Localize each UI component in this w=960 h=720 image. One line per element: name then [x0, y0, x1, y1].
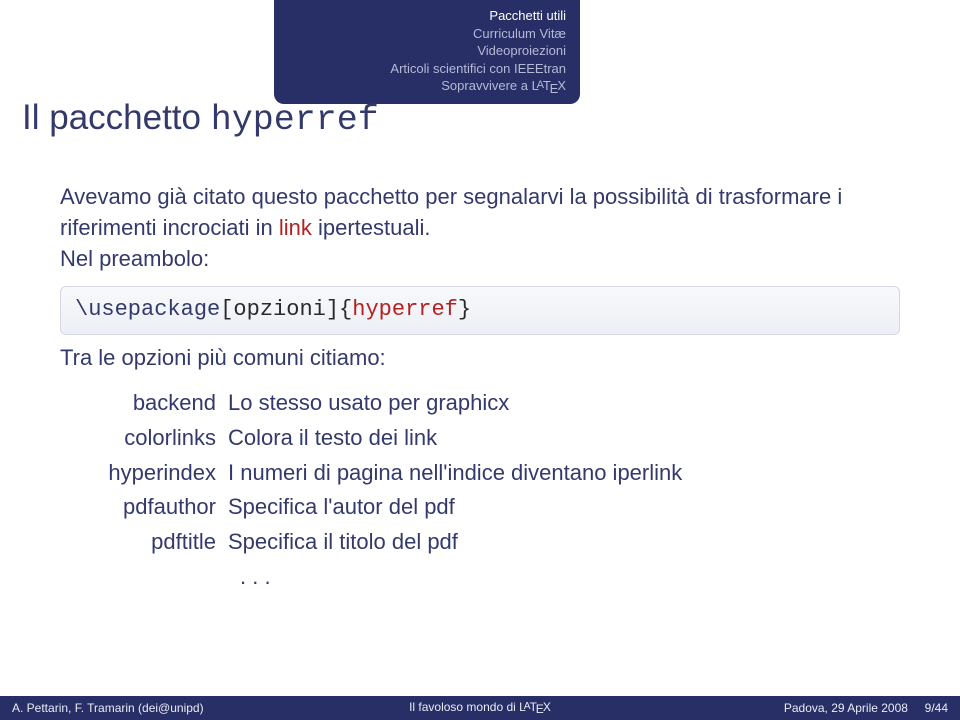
option-row: backend Lo stesso usato per graphicx — [60, 388, 910, 419]
intro-text: ipertestuali. — [312, 215, 431, 240]
nav-item: Curriculum Vitæ — [288, 25, 566, 43]
option-row: colorlinks Colora il testo dei link — [60, 423, 910, 454]
title-code: hyperref — [211, 100, 379, 140]
frame-title: Il pacchetto hyperref — [22, 98, 379, 140]
title-text: Il pacchetto — [22, 98, 211, 137]
option-desc: Specifica il titolo del pdf — [228, 527, 458, 558]
options-list: backend Lo stesso usato per graphicx col… — [60, 388, 910, 593]
option-desc: Colora il testo dei link — [228, 423, 437, 454]
intro-paragraph: Avevamo già citato questo pacchetto per … — [60, 182, 910, 244]
option-term: pdfauthor — [60, 492, 228, 523]
ellipsis: . . . — [240, 562, 910, 593]
code-cmd: \usepackage — [75, 297, 220, 322]
footer-bar: A. Pettarin, F. Tramarin (dei@unipd) Il … — [0, 696, 960, 720]
slide-content: Avevamo già citato questo pacchetto per … — [60, 182, 910, 593]
footer-authors: A. Pettarin, F. Tramarin (dei@unipd) — [0, 701, 320, 715]
option-row: hyperindex I numeri di pagina nell'indic… — [60, 458, 910, 489]
code-text: [opzioni]{ — [220, 297, 352, 322]
footer-text: Il favoloso mondo di — [409, 700, 519, 714]
latex-logo: LATEX — [519, 700, 551, 714]
options-intro: Tra le opzioni più comuni citiamo: — [60, 343, 910, 374]
option-term: hyperindex — [60, 458, 228, 489]
option-term: colorlinks — [60, 423, 228, 454]
section-nav: Pacchetti utili Curriculum Vitæ Videopro… — [274, 0, 580, 104]
option-term: backend — [60, 388, 228, 419]
latex-logo: LATEX — [532, 78, 566, 93]
footer-title: Il favoloso mondo di LATEX — [320, 700, 640, 716]
nav-item: Pacchetti utili — [288, 7, 566, 25]
intro-line2: Nel preambolo: — [60, 244, 910, 275]
nav-text: Sopravvivere a — [441, 78, 531, 93]
nav-item: Articoli scientifici con IEEEtran — [288, 60, 566, 78]
code-block: \usepackage[opzioni]{hyperref} — [60, 286, 900, 335]
option-desc: I numeri di pagina nell'indice diventano… — [228, 458, 682, 489]
intro-text: Avevamo già citato questo pacchetto per … — [60, 184, 842, 240]
nav-item: Sopravvivere a LATEX — [288, 77, 566, 97]
footer-page: 9/44 — [925, 701, 948, 715]
footer-date: Padova, 29 Aprile 2008 — [784, 701, 908, 715]
option-desc: Specifica l'autor del pdf — [228, 492, 455, 523]
option-desc: Lo stesso usato per graphicx — [228, 388, 509, 419]
code-arg: hyperref — [352, 297, 458, 322]
footer-date-page: Padova, 29 Aprile 2008 9/44 — [640, 701, 960, 715]
option-term: pdftitle — [60, 527, 228, 558]
link-word: link — [279, 215, 312, 240]
code-text: } — [458, 297, 471, 322]
nav-item: Videoproiezioni — [288, 42, 566, 60]
option-row: pdftitle Specifica il titolo del pdf — [60, 527, 910, 558]
option-row: pdfauthor Specifica l'autor del pdf — [60, 492, 910, 523]
